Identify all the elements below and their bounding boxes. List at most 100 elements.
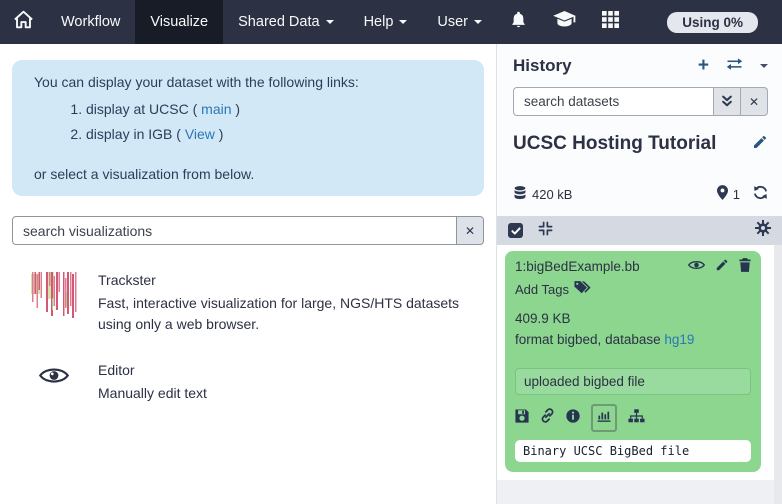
list-item: display in IGB ( View ) [86, 124, 462, 144]
dataset-hid: 1 [515, 259, 523, 274]
map-marker-icon [717, 185, 728, 203]
home-button[interactable] [0, 0, 46, 44]
info-circle-icon [566, 409, 580, 428]
switch-history-button[interactable] [726, 57, 743, 76]
nav-visualize[interactable]: Visualize [135, 0, 223, 44]
trash-icon [739, 258, 751, 275]
sync-icon [753, 185, 768, 203]
list-item-editor[interactable]: Editor Manually edit text [30, 362, 484, 404]
search-datasets-input[interactable] [513, 87, 714, 116]
graduation-cap-icon [553, 11, 576, 33]
sitemap-icon [628, 409, 645, 428]
pencil-icon [752, 137, 768, 154]
select-all-checkbox[interactable] [508, 223, 523, 238]
gear-icon [755, 223, 771, 240]
caret-down-icon [760, 64, 768, 68]
copy-link-button[interactable] [540, 408, 555, 428]
visualize-dataset-button[interactable] [591, 404, 617, 432]
history-name: UCSC Hosting Tutorial [513, 133, 716, 155]
masthead-spacer [632, 0, 667, 44]
nav-shared-data[interactable]: Shared Data [223, 0, 348, 44]
dataset-info-button[interactable] [566, 409, 580, 428]
compress-icon [538, 221, 553, 241]
database-link[interactable]: hg19 [664, 332, 694, 347]
visualization-list: Trackster Fast, interactive visualizatio… [12, 272, 484, 404]
scrollbar-track[interactable] [774, 245, 782, 504]
advanced-filter-button[interactable] [714, 87, 741, 116]
caret-down-icon [399, 20, 407, 24]
datatype-tooltip: Binary UCSC BigBed file [515, 440, 751, 462]
home-icon [13, 10, 34, 34]
database-icon [513, 186, 527, 203]
masthead: Workflow Visualize Shared Data Help User [0, 0, 782, 44]
dataset-name: bigBedExample.bb [526, 259, 639, 274]
viz-description: Manually edit text [98, 383, 207, 404]
nav-help[interactable]: Help [349, 0, 423, 44]
shown-items-stat: 1 [717, 185, 740, 203]
interactive-tools-button[interactable] [589, 0, 632, 44]
viz-name: Trackster [98, 272, 470, 288]
refresh-history-button[interactable] [753, 185, 768, 203]
history-size-stat[interactable]: 420 kB [513, 186, 572, 203]
info-intro: You can display your dataset with the fo… [34, 74, 462, 90]
storage-usage-button[interactable]: Using 0% [667, 12, 758, 33]
nav-workflow[interactable]: Workflow [46, 0, 135, 44]
trackster-icon [30, 272, 78, 323]
eye-icon [39, 365, 69, 391]
check-icon [511, 222, 521, 240]
save-dataset-button[interactable] [515, 409, 529, 428]
caret-down-icon [474, 20, 482, 24]
info-outro: or select a visualization from below. [34, 166, 462, 182]
delete-dataset-button[interactable] [739, 258, 751, 275]
display-links-list: display at UCSC ( main ) display in IGB … [34, 99, 462, 144]
history-size: 420 kB [532, 187, 572, 202]
history-panel-title: History [513, 56, 572, 76]
close-icon: ✕ [749, 95, 759, 109]
bell-icon [510, 11, 527, 34]
igb-view-link[interactable]: View [185, 126, 215, 142]
viz-description: Fast, interactive visualization for larg… [98, 293, 470, 335]
history-options-button[interactable] [760, 64, 768, 68]
clear-search-button[interactable]: ✕ [457, 216, 484, 245]
training-button[interactable] [540, 0, 589, 44]
edit-history-name-button[interactable] [752, 134, 768, 155]
visualizations-search: ✕ [12, 216, 484, 245]
list-settings-button[interactable] [755, 220, 771, 241]
dataset-size: 409.9 KB [515, 311, 751, 326]
shown-count: 1 [733, 187, 740, 202]
exchange-icon [726, 57, 743, 76]
dataset-format: bigbed, [557, 332, 601, 347]
plus-icon: + [698, 55, 709, 76]
dataset-summary: uploaded bigbed file [515, 368, 751, 395]
bar-chart-icon [597, 409, 611, 427]
double-chevron-down-icon [721, 94, 733, 110]
history-list-toolbar [497, 216, 782, 245]
history-panel: History + [497, 44, 782, 504]
viz-name: Editor [98, 362, 207, 378]
notifications-button[interactable] [497, 0, 540, 44]
floppy-disk-icon [515, 409, 529, 428]
display-links-info-box: You can display your dataset with the fo… [12, 60, 484, 196]
add-tags-label: Add Tags [515, 282, 569, 297]
collapse-all-button[interactable] [538, 221, 553, 241]
edit-dataset-button[interactable] [715, 258, 729, 275]
history-list-area: 1: bigBedExample.bb [497, 245, 782, 504]
display-dataset-button[interactable] [688, 259, 705, 274]
search-visualizations-input[interactable] [12, 216, 457, 245]
nav-user[interactable]: User [422, 0, 497, 44]
dataset-card[interactable]: 1: bigBedExample.bb [505, 251, 761, 472]
clear-filter-button[interactable]: ✕ [741, 87, 768, 116]
related-datasets-button[interactable] [628, 409, 645, 428]
ucsc-main-link[interactable]: main [201, 101, 231, 117]
list-item: display at UCSC ( main ) [86, 99, 462, 119]
visualize-panel: You can display your dataset with the fo… [0, 44, 497, 504]
grid-icon [602, 11, 619, 33]
dataset-meta: format bigbed, database hg19 [515, 332, 751, 347]
list-item-trackster[interactable]: Trackster Fast, interactive visualizatio… [30, 272, 484, 335]
new-history-button[interactable]: + [698, 59, 709, 73]
close-icon: ✕ [465, 224, 475, 238]
datasets-search: ✕ [513, 87, 768, 116]
add-tags-button[interactable]: Add Tags [515, 280, 751, 298]
eye-icon [688, 259, 705, 274]
link-icon [540, 408, 555, 428]
